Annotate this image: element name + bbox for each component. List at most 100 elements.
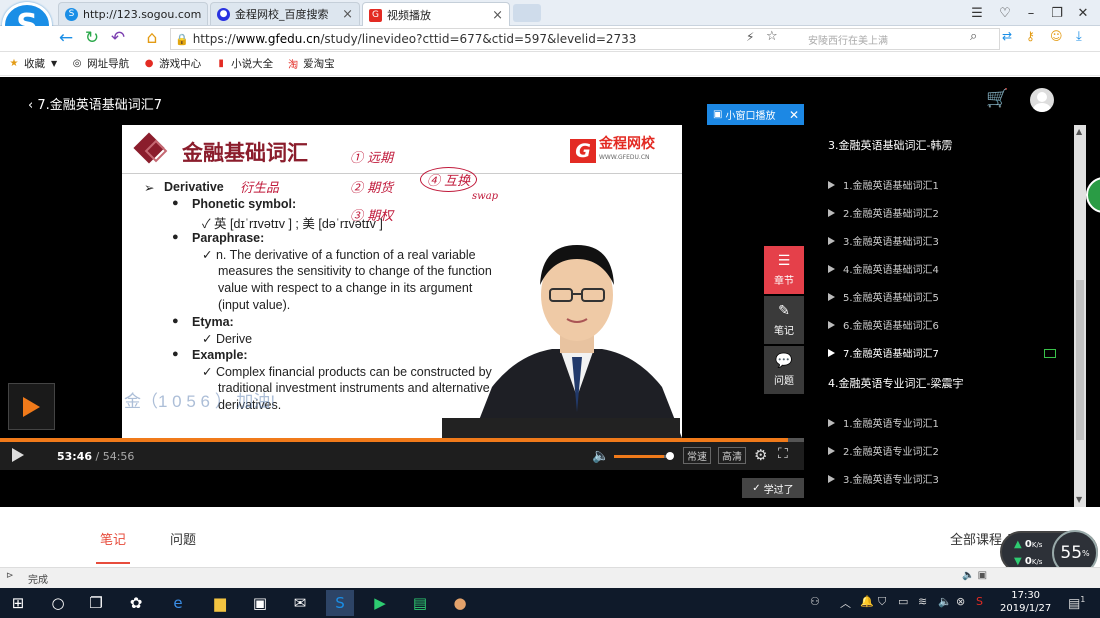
volume-icon[interactable]: 🔈 <box>962 570 974 581</box>
tab-sogou[interactable]: S http://123.sogou.com × <box>58 2 208 25</box>
minimize-button[interactable]: – <box>1020 3 1042 23</box>
search-box[interactable]: 安陵西行在美上满 <box>808 29 988 49</box>
scroll-down-icon[interactable]: ▼ <box>1076 495 1082 504</box>
clock[interactable]: 17:30 2019/1/27 <box>1000 589 1051 615</box>
window-icon[interactable]: ▣ <box>978 570 987 581</box>
wifi-icon[interactable]: ≋ <box>918 595 927 608</box>
video-title: 7.金融英语基础词汇7 <box>37 98 163 113</box>
bookmark-label: 网址导航 <box>87 58 130 70</box>
sidebar-toggle-icon[interactable]: ⊳ <box>6 571 14 581</box>
star-icon[interactable]: ☆ <box>766 29 778 44</box>
iqiyi-icon[interactable]: ▤ <box>406 590 434 616</box>
media-player-icon[interactable]: ▶ <box>366 590 394 616</box>
lightning-icon[interactable]: ⚡ <box>746 30 754 44</box>
bookmark-favorites[interactable]: ★ 收藏 ▼ <box>8 56 58 71</box>
back-link[interactable]: ‹ 7.金融英语基础词汇7 <box>28 94 162 113</box>
playlist-item[interactable]: 5.金融英语基础词汇5 <box>828 289 939 304</box>
play-icon[interactable] <box>12 448 24 462</box>
bookmarks-bar: ★ 收藏 ▼ ◎ 网址导航 ● 游戏中心 ▮ 小说大全 淘爱淘宝 <box>0 52 1100 76</box>
close-icon[interactable]: × <box>201 7 207 22</box>
home-icon[interactable]: ⌂ <box>142 28 162 48</box>
tab-video[interactable]: G 视频播放 × <box>362 2 510 27</box>
scroll-up-icon[interactable]: ▲ <box>1076 127 1082 136</box>
quality-button[interactable]: 高清 <box>718 447 746 464</box>
fullscreen-icon[interactable]: ⛶ <box>778 446 788 462</box>
lock-icon: 🔒 <box>175 32 189 46</box>
undo-icon[interactable]: ↶ <box>108 28 128 48</box>
bookmark-nav[interactable]: ◎ 网址导航 <box>71 56 129 71</box>
sogou-browser-icon[interactable]: S <box>326 590 354 616</box>
playlist-item[interactable]: 4.金融英语基础词汇4 <box>828 261 939 276</box>
notes-button[interactable]: ✎ 笔记 <box>764 296 804 344</box>
mail-icon[interactable]: ✉ <box>286 590 314 616</box>
ie-icon[interactable]: e <box>164 590 192 616</box>
pinwheel-icon[interactable]: ✿ <box>122 590 150 616</box>
percent-sign: % <box>1082 548 1090 558</box>
bookmark-taobao[interactable]: 淘爱淘宝 <box>287 56 335 71</box>
volume-icon[interactable]: 🔈 <box>592 448 609 464</box>
scrollbar-thumb[interactable] <box>1076 280 1084 440</box>
bookmark-games[interactable]: ● 游戏中心 <box>143 56 201 71</box>
tab-notes[interactable]: 笔记 <box>100 529 126 548</box>
close-icon[interactable]: ✕ <box>789 108 799 122</box>
chapters-button[interactable]: ☰ 章节 <box>764 246 804 294</box>
battery-icon[interactable]: ▭ <box>898 595 908 608</box>
search-icon[interactable]: ○ <box>44 590 72 616</box>
avatar[interactable] <box>1030 88 1054 112</box>
new-tab-button[interactable] <box>513 4 541 22</box>
store-icon[interactable]: ▣ <box>246 590 274 616</box>
cart-icon[interactable]: 🛒 <box>986 88 1010 109</box>
search-icon[interactable]: ⌕ <box>970 29 977 44</box>
playlist-item[interactable]: 3.金融英语基础词汇3 <box>828 233 939 248</box>
mini-window-button[interactable]: ▣ 小窗口播放 ✕ <box>707 104 804 125</box>
playlist-item[interactable]: 2.金融英语基础词汇2 <box>828 205 939 220</box>
download-icon[interactable]: ⤓ <box>1076 29 1082 44</box>
close-icon[interactable]: × <box>336 7 353 22</box>
speaker-icon[interactable]: 🔈 <box>938 595 952 608</box>
play-icon <box>828 474 835 483</box>
playlist-section-title[interactable]: 4.金融英语专业词汇-梁震宇 <box>828 375 963 391</box>
maximize-button[interactable]: ❐ <box>1046 3 1068 23</box>
volume-knob[interactable] <box>666 452 674 460</box>
learned-button[interactable]: ✓ 学过了 <box>742 478 804 498</box>
playlist-item[interactable]: 3.金融英语专业词汇3 <box>828 471 939 486</box>
playlist-item[interactable]: 6.金融英语基础词汇6 <box>828 317 939 332</box>
close-window-button[interactable]: ✕ <box>1072 3 1094 23</box>
big-play-button[interactable] <box>8 383 55 430</box>
tab-questions[interactable]: 问题 <box>170 529 196 548</box>
skin-icon[interactable]: ♡ <box>994 3 1016 23</box>
playlist-item[interactable]: 1.金融英语专业词汇1 <box>828 415 939 430</box>
speed-button[interactable]: 常速 <box>683 447 711 464</box>
bell-icon[interactable]: 🔔 <box>860 595 874 608</box>
task-view-icon[interactable]: ❐ <box>82 590 110 616</box>
status-text: 完成 <box>28 575 48 586</box>
people-icon[interactable]: ⚇ <box>810 595 820 608</box>
close-icon[interactable]: × <box>486 8 503 23</box>
photo-app-icon[interactable]: ● <box>446 590 474 616</box>
bookmark-novels[interactable]: ▮ 小说大全 <box>215 56 273 71</box>
play-icon <box>828 264 835 273</box>
folder-icon[interactable]: ▆ <box>206 590 234 616</box>
play-icon <box>828 446 835 455</box>
playlist-section-title[interactable]: 3.金融英语基础词汇-韩雳 <box>828 137 952 153</box>
gear-icon[interactable]: ⚙ <box>754 446 767 464</box>
playlist-item-label: 1.金融英语专业词汇1 <box>843 419 939 430</box>
start-button[interactable]: ⊞ <box>4 590 32 616</box>
shield-icon[interactable]: ⛉ <box>878 595 886 609</box>
notification-icon[interactable]: ▤1 <box>1068 595 1085 611</box>
chapters-label: 章节 <box>774 276 794 287</box>
chat-bubble-icon[interactable]: ☺ <box>1050 29 1063 43</box>
close-circle-icon[interactable]: ⊗ <box>956 595 965 608</box>
playlist-item[interactable]: 7.金融英语基础词汇7 <box>828 345 939 360</box>
tab-baidu[interactable]: ● 金程网校_百度搜索 × <box>210 2 360 25</box>
sogou-input-icon[interactable]: S <box>976 595 983 608</box>
back-icon[interactable]: ← <box>56 28 76 48</box>
playlist-item[interactable]: 2.金融英语专业词汇2 <box>828 443 939 458</box>
questions-button[interactable]: 💬 问题 <box>764 346 804 394</box>
key-icon[interactable]: ⚷ <box>1026 29 1035 43</box>
menu-icon[interactable]: ☰ <box>966 3 988 23</box>
translate-icon[interactable]: ⇄ <box>1002 29 1012 43</box>
playlist-item[interactable]: 1.金融英语基础词汇1 <box>828 177 939 192</box>
chevron-up-icon[interactable]: ︿ <box>840 595 851 611</box>
refresh-icon[interactable]: ↻ <box>82 28 102 48</box>
